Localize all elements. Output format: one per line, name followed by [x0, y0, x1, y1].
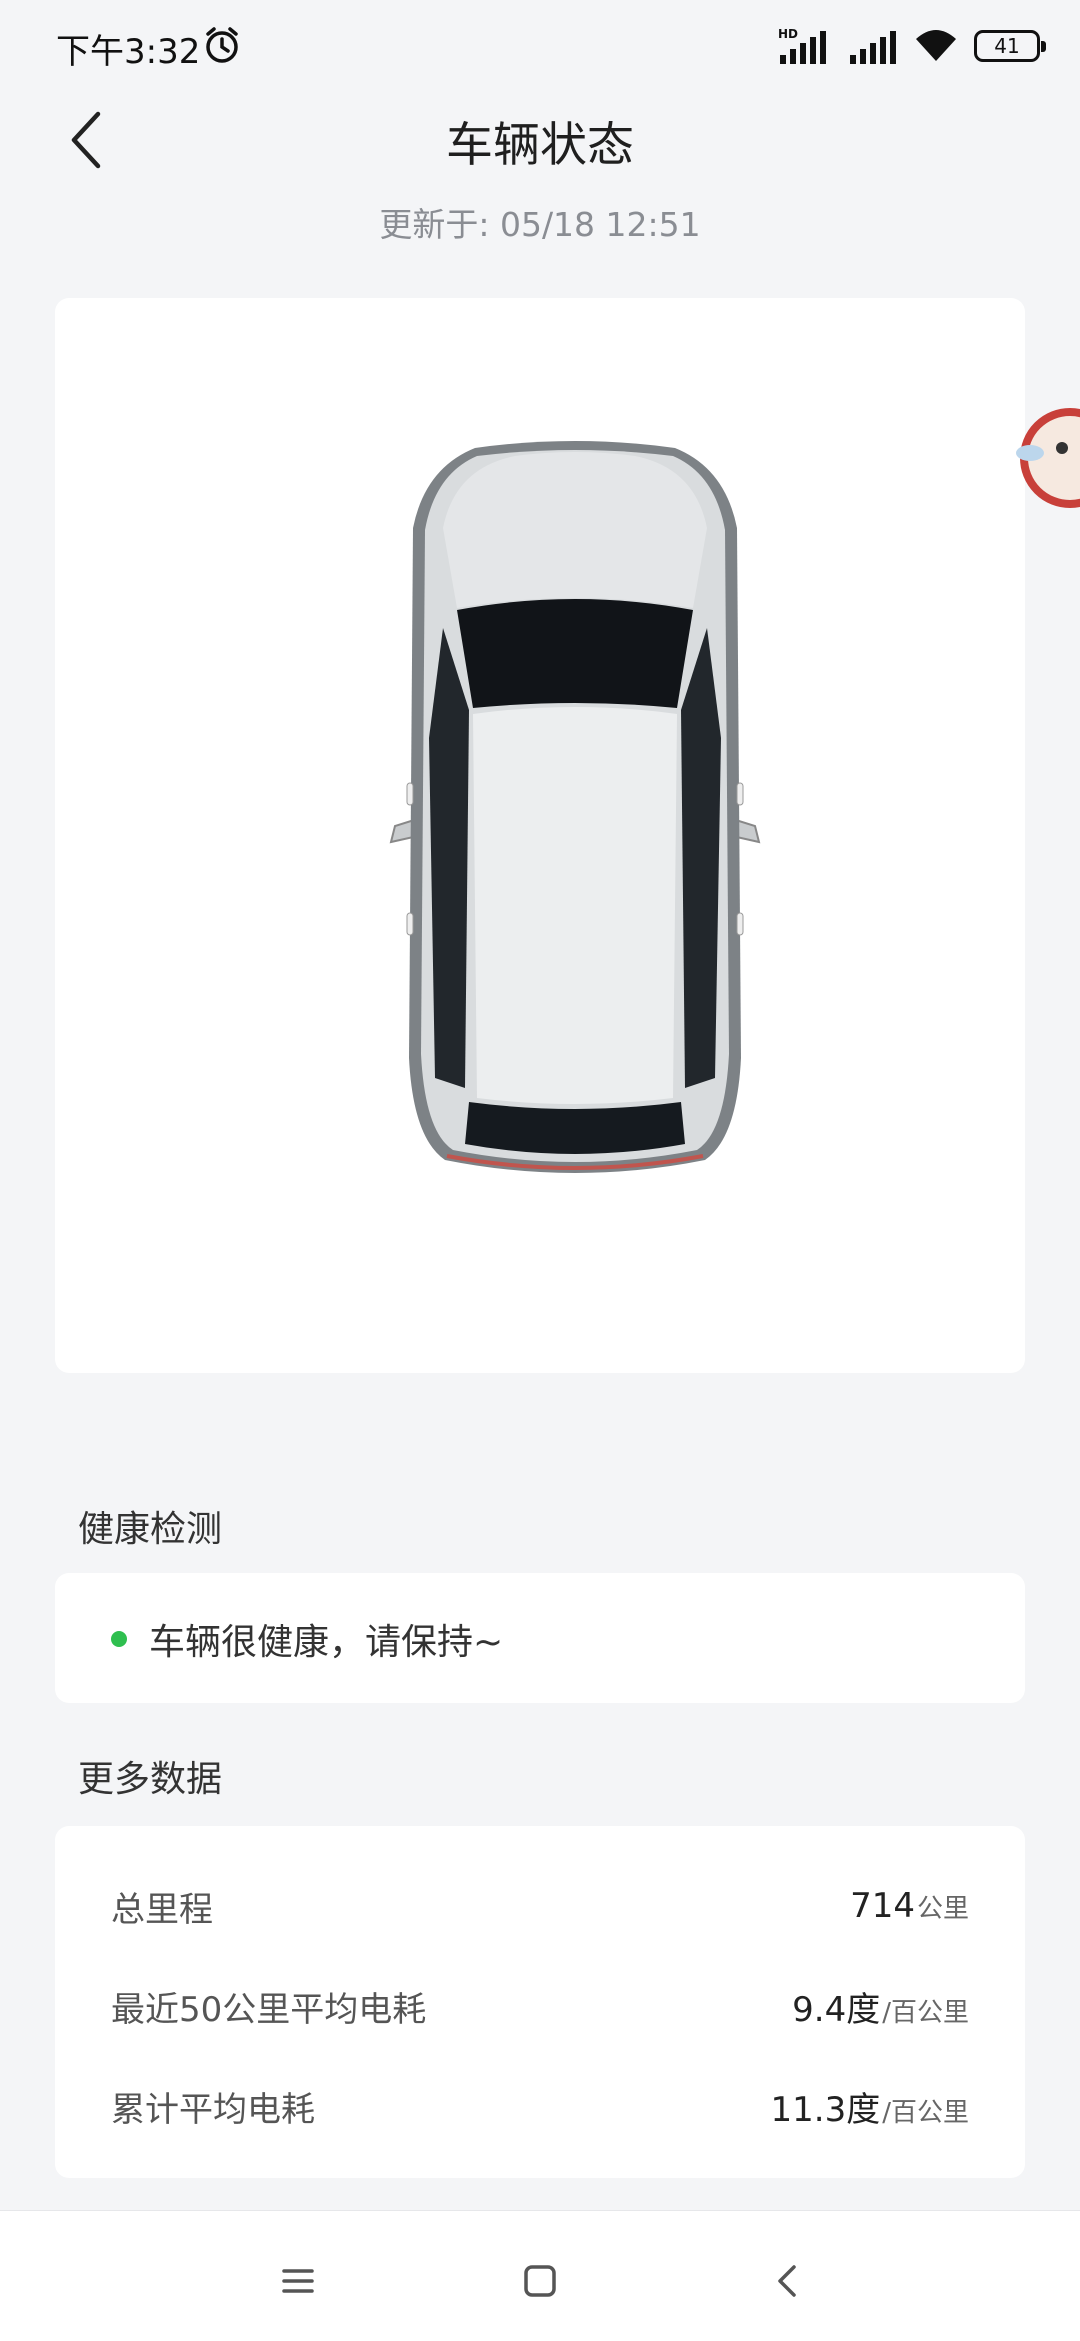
data-row-cumulative-consumption: 累计平均电耗 11.3度/百公里 [111, 2076, 969, 2136]
health-status-text: 车辆很健康，请保持~ [149, 1622, 504, 1663]
data-unit: 公里 [916, 1894, 969, 1924]
data-label: 累计平均电耗 [111, 2089, 315, 2130]
data-unit: /百公里 [882, 1997, 969, 2028]
status-bar: 下午3:32 HD 41 [0, 0, 1080, 90]
system-nav-bar [0, 2210, 1080, 2341]
wifi-icon [916, 30, 956, 61]
battery-icon: 41 [974, 30, 1046, 62]
data-value-group: 9.4度/百公里 [792, 1982, 969, 2031]
health-status-card: 车辆很健康，请保持~ [55, 1573, 1025, 1703]
car-top-view-image [389, 441, 761, 1173]
data-row-total-mileage: 总里程 714公里 [111, 1876, 969, 1936]
mascot-graphic [1016, 408, 1080, 508]
data-value-group: 11.3度/百公里 [771, 2082, 969, 2131]
more-data-card: 总里程 714公里 最近50公里平均电耗 9.4度/百公里 累计平均电耗 11.… [55, 1826, 1025, 2178]
svg-text:HD: HD [778, 27, 798, 41]
home-button[interactable] [510, 2251, 570, 2311]
update-time: 更新于: 05/18 12:51 [379, 205, 701, 244]
home-icon [524, 2265, 556, 2297]
data-value: 11.3度 [770, 2089, 881, 2130]
data-label: 最近50公里平均电耗 [111, 1989, 427, 2030]
menu-icon [282, 2269, 314, 2293]
alarm-icon [206, 27, 238, 63]
signal-icon [850, 31, 896, 64]
data-value: 9.4度 [792, 1989, 881, 2030]
data-unit: /百公里 [882, 2097, 969, 2128]
battery-level: 41 [994, 34, 1020, 58]
nav-back-button[interactable] [758, 2251, 818, 2311]
back-icon [778, 2265, 796, 2297]
data-value-group: 714公里 [850, 1886, 969, 1926]
health-status-dot [111, 1631, 127, 1647]
data-value: 714 [850, 1886, 915, 1926]
data-row-recent-consumption: 最近50公里平均电耗 9.4度/百公里 [111, 1976, 969, 2036]
data-label: 总里程 [111, 1889, 213, 1930]
hd-signal-icon: HD [778, 27, 826, 64]
more-data-section-title: 更多数据 [78, 1759, 223, 1800]
recent-apps-button[interactable] [268, 2251, 328, 2311]
assistant-mascot-icon[interactable] [1010, 398, 1080, 538]
status-time: 下午3:32 [56, 32, 201, 72]
page-title: 车辆状态 [446, 118, 634, 173]
car-image-card [55, 298, 1025, 1373]
health-section-title: 健康检测 [78, 1509, 223, 1550]
